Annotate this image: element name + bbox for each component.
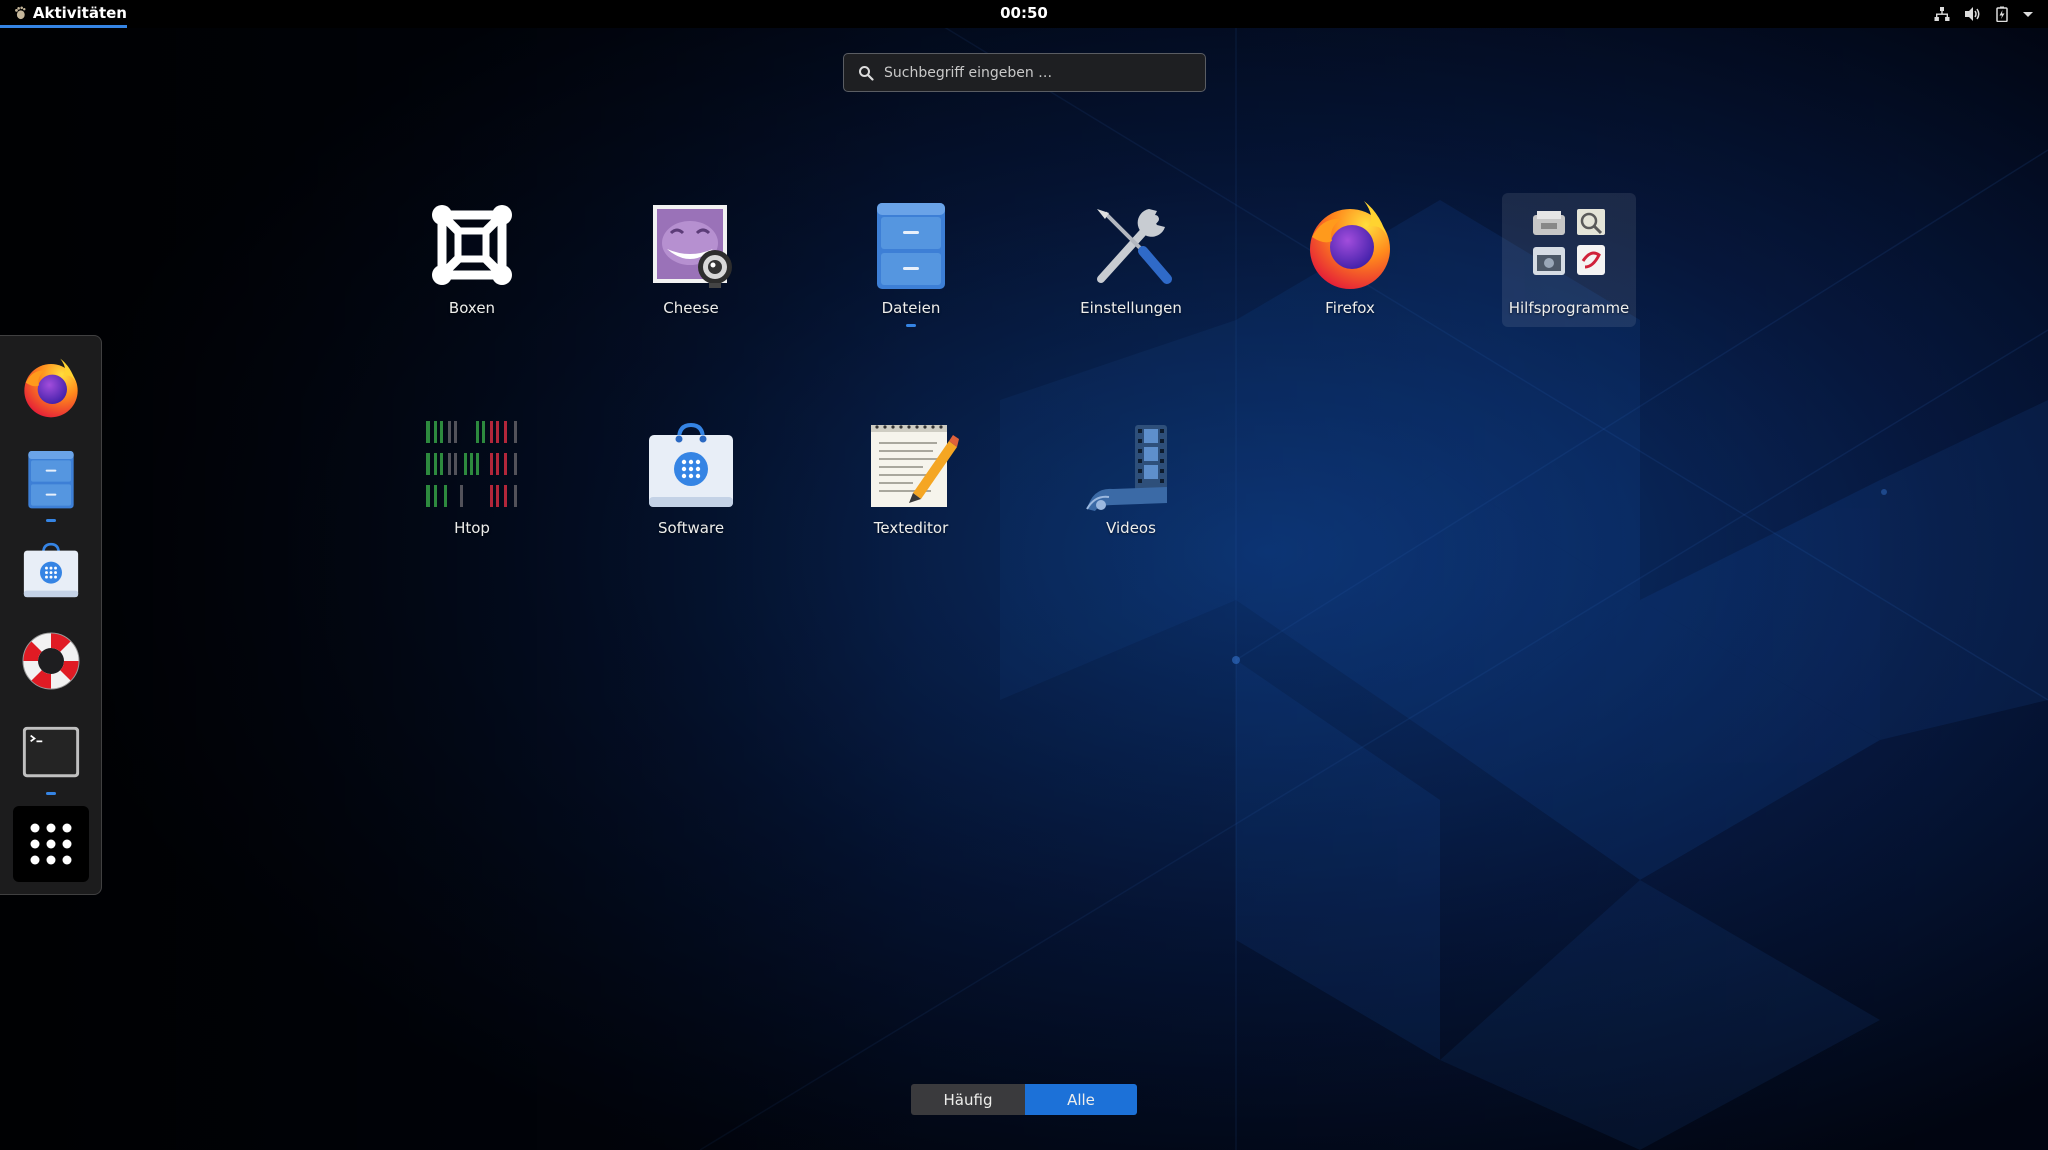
running-indicator <box>46 519 56 522</box>
top-bar: Aktivitäten 00:50 <box>0 0 2048 28</box>
app-cheese[interactable]: Cheese <box>624 193 758 327</box>
frequent-button[interactable]: Häufig <box>911 1084 1025 1115</box>
terminal-icon <box>22 726 80 778</box>
activities-label: Aktivitäten <box>32 3 127 22</box>
app-label: Firefox <box>1325 299 1375 317</box>
files-icon <box>28 451 74 509</box>
running-indicator <box>906 324 916 327</box>
cheese-icon <box>643 197 739 293</box>
dash-item-help[interactable] <box>13 623 89 699</box>
dash-item-files[interactable] <box>13 441 89 522</box>
dash-item-software[interactable] <box>13 532 89 608</box>
app-videos[interactable]: Videos <box>1064 413 1198 547</box>
text-editor-icon <box>863 417 959 513</box>
gnome-foot-icon <box>15 6 26 19</box>
app-label: Software <box>657 519 725 537</box>
app-files[interactable]: Dateien <box>844 193 978 327</box>
app-folder-utilities[interactable]: Hilfsprogramme <box>1502 193 1636 327</box>
system-tray[interactable] <box>1934 0 2034 28</box>
desktop-wallpaper <box>0 0 2048 1150</box>
firefox-icon <box>1302 197 1398 293</box>
firefox-icon <box>24 358 78 418</box>
app-text-editor[interactable]: Texteditor <box>844 413 978 547</box>
app-view-toggle: Häufig Alle <box>911 1084 1137 1115</box>
app-label: Texteditor <box>873 519 949 537</box>
videos-icon <box>1083 417 1179 513</box>
clock[interactable]: 00:50 <box>944 0 1104 28</box>
app-label: Boxen <box>448 299 496 317</box>
software-icon <box>23 542 79 598</box>
htop-icon <box>424 417 520 513</box>
app-boxes[interactable]: Boxen <box>405 193 539 327</box>
app-htop[interactable]: Htop <box>405 413 539 547</box>
boxes-icon <box>424 197 520 293</box>
dash <box>0 335 102 895</box>
app-label: Hilfsprogramme <box>1508 299 1630 317</box>
app-label: Videos <box>1106 519 1156 537</box>
app-label: Dateien <box>881 299 941 317</box>
files-icon <box>863 197 959 293</box>
app-label: Htop <box>454 519 490 537</box>
help-icon <box>22 632 80 690</box>
network-wired-icon[interactable] <box>1934 6 1950 22</box>
volume-icon[interactable] <box>1964 6 1982 22</box>
app-settings[interactable]: Einstellungen <box>1064 193 1198 327</box>
show-apps-button[interactable] <box>13 806 89 882</box>
search-icon <box>859 65 874 81</box>
system-menu-arrow-icon[interactable] <box>2022 6 2034 22</box>
dash-item-firefox[interactable] <box>13 350 89 426</box>
all-button[interactable]: Alle <box>1025 1084 1137 1115</box>
utilities-folder-icon <box>1521 197 1617 293</box>
activities-button[interactable]: Aktivitäten <box>0 0 127 28</box>
search-input[interactable] <box>884 64 1184 81</box>
dash-item-terminal[interactable] <box>13 714 89 795</box>
settings-icon <box>1083 197 1179 293</box>
app-label: Cheese <box>663 299 719 317</box>
app-software[interactable]: Software <box>624 413 758 547</box>
app-label: Einstellungen <box>1080 299 1182 317</box>
show-apps-icon <box>30 823 72 865</box>
software-icon <box>643 417 739 513</box>
search-box[interactable] <box>843 53 1206 92</box>
app-firefox[interactable]: Firefox <box>1283 193 1417 327</box>
battery-icon[interactable] <box>1996 6 2008 22</box>
running-indicator <box>46 792 56 795</box>
